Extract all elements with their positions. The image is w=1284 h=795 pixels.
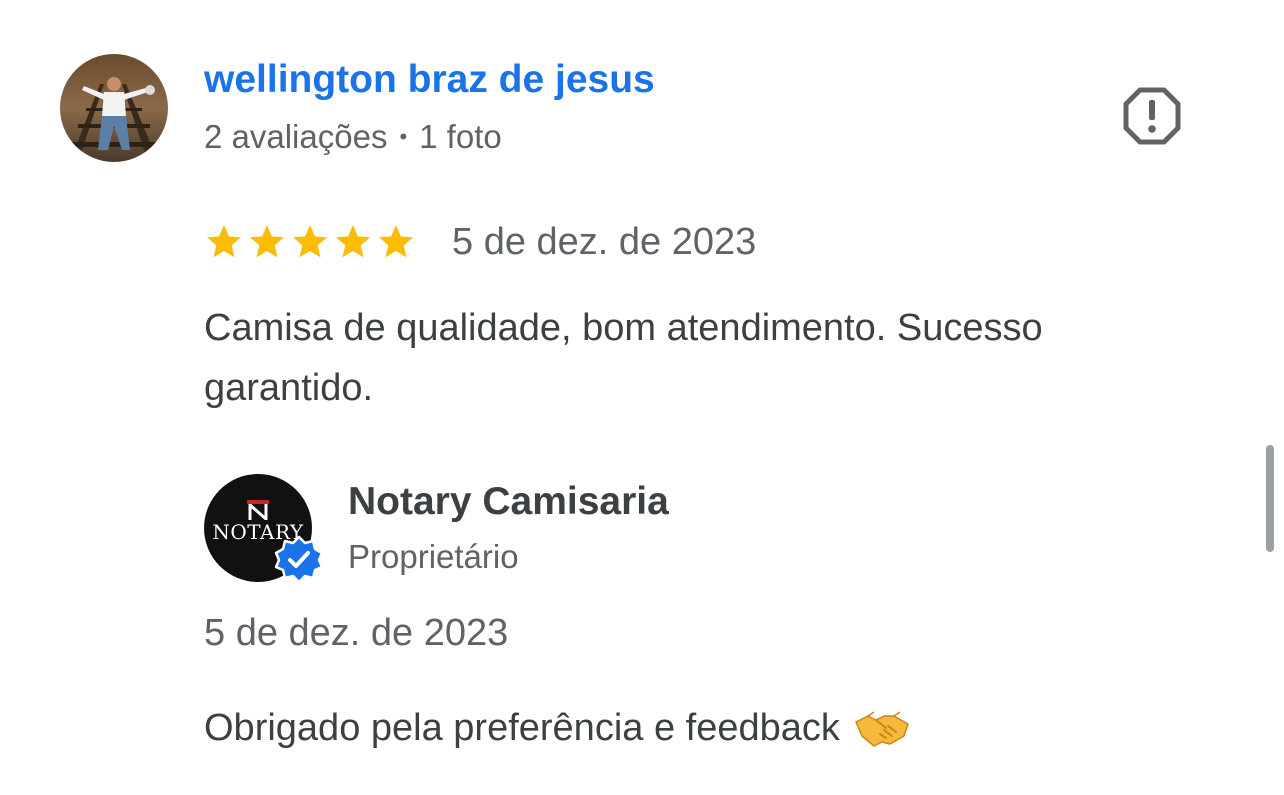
verified-badge-icon [274, 534, 324, 584]
meta-separator: • [399, 124, 408, 149]
owner-response-text-row: Obrigado pela preferência e feedback [204, 706, 910, 750]
reviewer-avatar[interactable] [60, 54, 168, 162]
owner-role: Proprietário [348, 538, 519, 575]
reviewer-meta: 2 avaliações • 1 foto [204, 118, 502, 156]
review-text: Camisa de qualidade, bom atendimento. Su… [204, 307, 1043, 409]
photos-count: 1 foto [419, 118, 502, 155]
star-icon [336, 225, 370, 258]
reviewer-photo [60, 54, 168, 162]
report-flag-icon [1123, 87, 1181, 145]
star-icon [293, 225, 327, 258]
star-rating [204, 222, 419, 262]
owner-response-date: 5 de dez. de 2023 [204, 612, 509, 654]
rating-row: 5 de dez. de 2023 [204, 218, 756, 266]
star-icon [250, 225, 284, 258]
reviews-count: 2 avaliações [204, 118, 388, 155]
handshake-emoji-icon [855, 711, 909, 747]
report-button[interactable] [1120, 84, 1184, 148]
star-icon [379, 225, 413, 258]
review-date: 5 de dez. de 2023 [452, 220, 757, 263]
owner-name: Notary Camisaria [348, 480, 669, 523]
reviewer-name[interactable]: wellington braz de jesus [204, 58, 655, 102]
scrollbar-thumb[interactable] [1266, 445, 1274, 552]
star-icon [207, 225, 241, 258]
review-card: wellington braz de jesus 2 avaliações • … [0, 0, 1284, 795]
owner-response-text: Obrigado pela preferência e feedback [204, 706, 840, 749]
